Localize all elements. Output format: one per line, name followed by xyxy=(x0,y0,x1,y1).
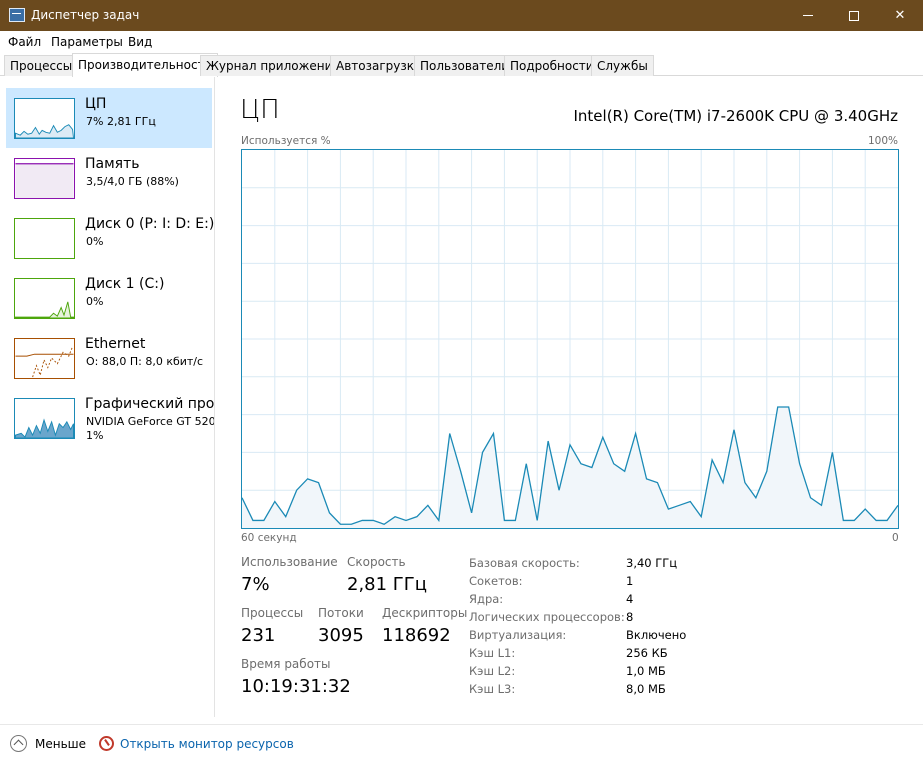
l3-cache-value: 8,0 МБ xyxy=(626,682,666,696)
handles-value: 118692 xyxy=(382,625,451,646)
ethernet-thumbnail-graph xyxy=(14,338,75,379)
usage-label: Использование xyxy=(241,555,338,569)
processes-label: Процессы xyxy=(241,606,304,620)
speed-value: 2,81 ГГц xyxy=(347,574,428,595)
sidebar-item-disk0[interactable]: Диск 0 (P: I: D: E:) 0% xyxy=(6,208,215,268)
sidebar-disk1-name: Диск 1 (C:) xyxy=(85,276,165,292)
resource-monitor-icon[interactable] xyxy=(99,736,114,751)
y-axis-label: Используется % xyxy=(241,135,331,147)
sidebar-item-memory[interactable]: Память 3,5/4,0 ГБ (88%) xyxy=(6,148,212,208)
base-speed-label: Базовая скорость: xyxy=(469,556,580,570)
x-axis-min-label: 0 xyxy=(892,532,899,544)
sidebar-memory-usage: 3,5/4,0 ГБ (88%) xyxy=(86,175,179,188)
cores-value: 4 xyxy=(626,592,634,606)
sidebar-gpu-model: NVIDIA GeForce GT 520 xyxy=(86,415,215,428)
memory-thumbnail-graph xyxy=(14,158,75,199)
logical-processors-label: Логических процессоров: xyxy=(469,610,625,624)
maximize-button[interactable] xyxy=(831,0,877,31)
chevron-up-icon[interactable] xyxy=(10,735,27,752)
resource-sidebar: ЦП 7% 2,81 ГГц Память 3,5/4,0 ГБ (88%) Д… xyxy=(0,77,215,717)
tab-performance[interactable]: Производительность xyxy=(72,53,218,77)
minimize-icon xyxy=(803,15,813,16)
gpu-thumbnail-graph xyxy=(14,398,75,439)
tab-details[interactable]: Подробности xyxy=(504,55,600,76)
menu-bar: Файл Параметры Вид xyxy=(0,31,923,53)
fewer-details-button[interactable]: Меньше xyxy=(35,737,86,751)
open-resource-monitor-link[interactable]: Открыть монитор ресурсов xyxy=(120,737,294,751)
cores-label: Ядра: xyxy=(469,592,504,606)
close-button[interactable]: ✕ xyxy=(877,0,923,31)
sidebar-ethernet-name: Ethernet xyxy=(85,336,146,352)
y-axis-max-label: 100% xyxy=(867,135,898,147)
sidebar-memory-name: Память xyxy=(85,156,140,172)
sidebar-item-ethernet[interactable]: Ethernet О: 88,0 П: 8,0 кбит/с xyxy=(6,328,212,388)
page-title: ЦП xyxy=(240,95,280,125)
maximize-icon xyxy=(849,10,859,21)
threads-label: Потоки xyxy=(318,606,364,620)
l2-cache-value: 1,0 МБ xyxy=(626,664,666,678)
handles-label: Дескрипторы xyxy=(382,606,468,620)
uptime-label: Время работы xyxy=(241,657,331,671)
threads-value: 3095 xyxy=(318,625,364,646)
tab-app-history[interactable]: Журнал приложений xyxy=(200,55,347,76)
sidebar-disk0-name: Диск 0 (P: I: D: E:) xyxy=(85,216,215,232)
sockets-label: Сокетов: xyxy=(469,574,523,588)
x-axis-label: 60 секунд xyxy=(241,532,297,544)
l1-cache-value: 256 КБ xyxy=(626,646,668,660)
base-speed-value: 3,40 ГГц xyxy=(626,556,678,570)
tab-startup[interactable]: Автозагрузка xyxy=(330,55,428,76)
sidebar-item-disk1[interactable]: Диск 1 (C:) 0% xyxy=(6,268,212,328)
sidebar-item-gpu[interactable]: Графический проц NVIDIA GeForce GT 520 1… xyxy=(6,388,215,448)
tab-processes[interactable]: Процессы xyxy=(4,55,79,76)
menu-options[interactable]: Параметры xyxy=(51,35,123,49)
window-title: Диспетчер задач xyxy=(31,8,140,22)
sidebar-gpu-name: Графический проц xyxy=(85,396,215,412)
sidebar-item-cpu[interactable]: ЦП 7% 2,81 ГГц xyxy=(6,88,212,148)
virtualization-value: Включено xyxy=(626,628,687,642)
uptime-value: 10:19:31:32 xyxy=(241,676,351,697)
title-bar: Диспетчер задач ✕ xyxy=(0,0,923,31)
usage-value: 7% xyxy=(241,574,270,595)
sidebar-gpu-usage: 1% xyxy=(86,429,104,442)
close-icon: ✕ xyxy=(894,8,906,23)
minimize-button[interactable] xyxy=(785,0,831,31)
speed-label: Скорость xyxy=(347,555,406,569)
virtualization-label: Виртуализация: xyxy=(469,628,567,642)
disk0-thumbnail-graph xyxy=(14,218,75,259)
logical-processors-value: 8 xyxy=(626,610,634,624)
menu-file[interactable]: Файл xyxy=(8,35,41,49)
sidebar-cpu-name: ЦП xyxy=(85,96,107,112)
sidebar-ethernet-throughput: О: 88,0 П: 8,0 кбит/с xyxy=(86,355,204,368)
sockets-value: 1 xyxy=(626,574,634,588)
disk1-thumbnail-graph xyxy=(14,278,75,319)
menu-view[interactable]: Вид xyxy=(128,35,152,49)
tab-bar: Процессы Производительность Журнал прило… xyxy=(0,53,923,77)
tab-users[interactable]: Пользователи xyxy=(414,55,516,76)
l3-cache-label: Кэш L3: xyxy=(469,682,516,696)
l2-cache-label: Кэш L2: xyxy=(469,664,516,678)
cpu-thumbnail-graph xyxy=(14,98,75,139)
sidebar-disk1-usage: 0% xyxy=(86,295,104,308)
processes-value: 231 xyxy=(241,625,276,646)
footer-bar: Меньше Открыть монитор ресурсов xyxy=(0,724,923,768)
l1-cache-label: Кэш L1: xyxy=(469,646,516,660)
task-manager-icon xyxy=(9,8,25,22)
cpu-usage-graph xyxy=(241,149,899,529)
sidebar-cpu-usage: 7% 2,81 ГГц xyxy=(86,115,156,128)
cpu-model-name: Intel(R) Core(TM) i7-2600K CPU @ 3.40GHz xyxy=(573,107,898,125)
sidebar-disk0-usage: 0% xyxy=(86,235,104,248)
tab-services[interactable]: Службы xyxy=(591,55,654,76)
